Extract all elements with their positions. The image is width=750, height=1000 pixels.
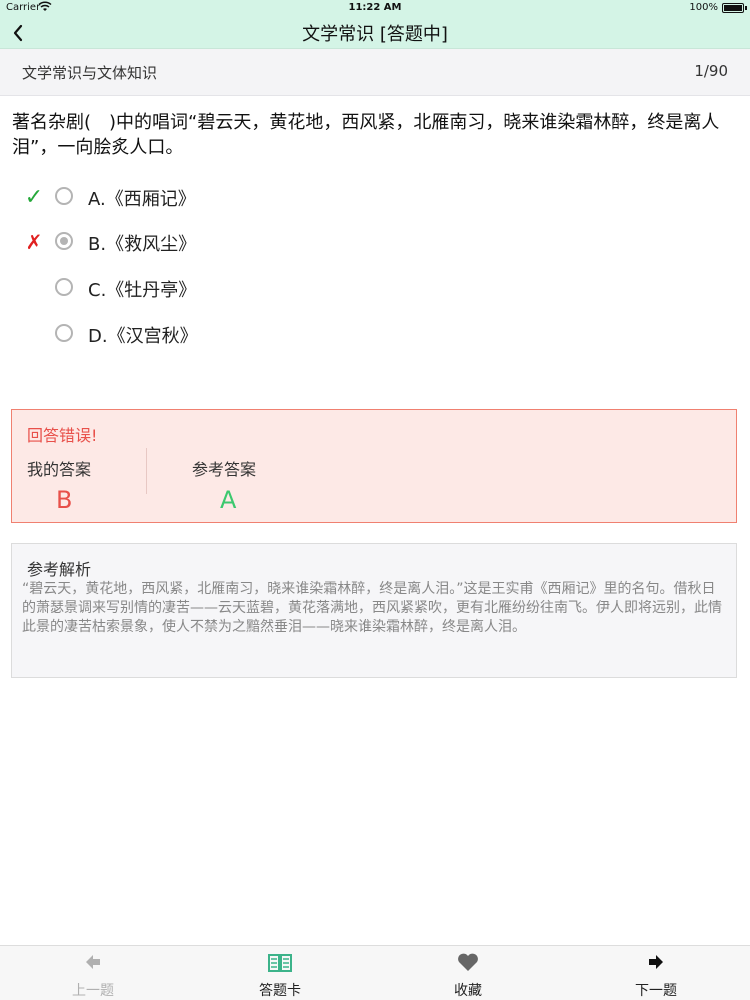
option-c[interactable]: C.《牡丹亭》 <box>0 271 400 307</box>
open-book-icon <box>220 952 340 978</box>
option-label: C.《牡丹亭》 <box>88 280 197 301</box>
answer-result-panel: 回答错误! 我的答案 参考答案 B A <box>11 409 737 523</box>
question-text: 著名杂剧( )中的唱词“碧云天，黄花地，西风紧，北雁南习，晓来谁染霜林醉，终是离… <box>12 112 720 158</box>
answer-card-button[interactable]: 答题卡 <box>220 946 340 1000</box>
radio-button-selected[interactable] <box>55 232 73 250</box>
option-label: B.《救风尘》 <box>88 234 197 255</box>
category-bar: 文学常识与文体知识 1/90 <box>0 49 750 96</box>
tab-label: 下一题 <box>635 983 677 999</box>
radio-button[interactable] <box>55 324 73 342</box>
favorite-button[interactable]: 收藏 <box>408 946 528 1000</box>
question-progress: 1/90 <box>694 62 728 80</box>
arrow-right-icon <box>596 952 716 978</box>
option-label: A.《西厢记》 <box>88 189 196 210</box>
next-question-button[interactable]: 下一题 <box>596 946 716 1000</box>
category-name: 文学常识与文体知识 <box>22 64 158 82</box>
quiz-screen: Carrier 11:22 AM 100% 文学常识 [答题中] 文学常识与文体… <box>0 0 750 1000</box>
result-status: 回答错误! <box>27 426 98 445</box>
tab-label: 上一题 <box>72 983 114 999</box>
divider <box>146 448 147 494</box>
option-d[interactable]: D.《汉宫秋》 <box>0 317 400 353</box>
arrow-left-icon <box>33 952 153 978</box>
tab-label: 答题卡 <box>259 983 301 999</box>
option-a[interactable]: ✓ A.《西厢记》 <box>0 180 400 216</box>
my-answer-value: B <box>56 486 73 514</box>
radio-button[interactable] <box>55 278 73 296</box>
heart-icon <box>408 952 528 978</box>
radio-button[interactable] <box>55 187 73 205</box>
correct-check-icon: ✓ <box>24 185 44 210</box>
clock: 11:22 AM <box>348 2 402 13</box>
status-bar: Carrier 11:22 AM 100% <box>0 0 750 16</box>
tab-label: 收藏 <box>454 983 482 999</box>
reference-answer-value: A <box>220 486 237 514</box>
explanation-title: 参考解析 <box>27 560 92 579</box>
reference-answer-label: 参考答案 <box>192 460 257 479</box>
bottom-tab-bar: 上一题 答题卡 收藏 下一题 <box>0 945 750 1000</box>
battery-icon <box>722 3 744 13</box>
my-answer-label: 我的答案 <box>27 460 92 479</box>
option-label: D.《汉宫秋》 <box>88 326 198 347</box>
page-title: 文学常识 [答题中] <box>302 24 448 45</box>
wrong-cross-icon: ✗ <box>25 230 43 254</box>
option-b[interactable]: ✗ B.《救风尘》 <box>0 225 400 261</box>
previous-question-button[interactable]: 上一题 <box>33 946 153 1000</box>
battery-tip <box>745 6 747 10</box>
explanation-panel: 参考解析 “碧云天，黄花地，西风紧，北雁南习，晓来谁染霜林醉，终是离人泪。”这是… <box>11 543 737 678</box>
navigation-bar: 文学常识 [答题中] <box>0 16 750 49</box>
battery-percent: 100% <box>689 2 718 13</box>
explanation-body: “碧云天，黄花地，西风紧，北雁南习，晓来谁染霜林醉，终是离人泪。”这是王实甫《西… <box>22 581 722 635</box>
